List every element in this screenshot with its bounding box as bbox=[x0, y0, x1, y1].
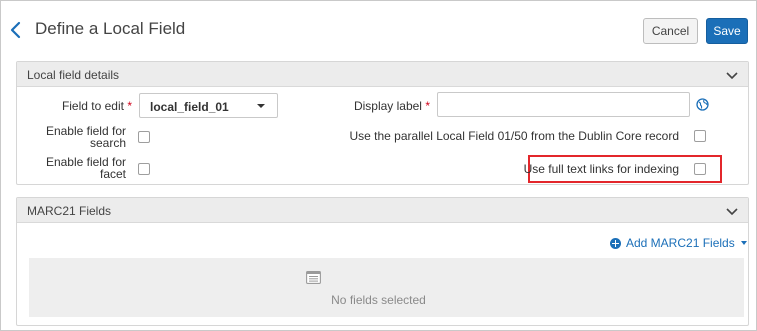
field-to-edit-label: Field to edit * bbox=[40, 100, 132, 112]
enable-search-checkbox[interactable] bbox=[138, 131, 150, 143]
globe-icon[interactable] bbox=[696, 98, 709, 111]
enable-search-label: Enable field for search bbox=[40, 125, 126, 149]
empty-state-text: No fields selected bbox=[331, 293, 426, 307]
parallel-field-label: Use the parallel Local Field 01/50 from … bbox=[349, 129, 679, 143]
panel-title: MARC21 Fields bbox=[27, 204, 112, 218]
fulltext-indexing-checkbox[interactable] bbox=[694, 163, 706, 175]
field-to-edit-value: local_field_01 bbox=[150, 100, 229, 114]
add-marc21-fields-label: Add MARC21 Fields bbox=[626, 236, 735, 250]
list-icon bbox=[306, 271, 321, 284]
page-title: Define a Local Field bbox=[35, 19, 186, 38]
marc21-fields-header[interactable]: MARC21 Fields bbox=[17, 198, 748, 223]
cancel-button[interactable]: Cancel bbox=[643, 18, 698, 44]
enable-facet-checkbox[interactable] bbox=[138, 163, 150, 175]
enable-search-label-line2: search bbox=[89, 136, 126, 150]
save-button[interactable]: Save bbox=[706, 18, 748, 44]
enable-facet-label: Enable field for facet bbox=[40, 156, 126, 180]
page-header: Define a Local Field Cancel Save bbox=[0, 0, 757, 58]
back-chevron-icon[interactable] bbox=[9, 20, 23, 40]
panel-title: Local field details bbox=[27, 68, 120, 82]
parallel-field-checkbox[interactable] bbox=[694, 130, 706, 142]
display-label-input[interactable] bbox=[437, 92, 690, 117]
enable-facet-label-line2: facet bbox=[99, 167, 126, 181]
caret-down-icon bbox=[740, 241, 747, 245]
plus-circle-icon bbox=[610, 237, 621, 249]
field-to-edit-label-text: Field to edit bbox=[61, 99, 124, 113]
field-to-edit-select[interactable]: local_field_01 bbox=[139, 93, 278, 118]
required-marker: * bbox=[425, 99, 430, 113]
add-marc21-fields-button[interactable]: Add MARC21 Fields bbox=[610, 236, 747, 250]
caret-down-icon bbox=[257, 104, 265, 108]
required-marker: * bbox=[127, 99, 132, 113]
fulltext-indexing-label: Use full text links for indexing bbox=[523, 162, 679, 176]
local-field-details-header[interactable]: Local field details bbox=[17, 62, 748, 87]
display-label-label: Display label * bbox=[330, 100, 430, 112]
chevron-down-icon[interactable] bbox=[726, 70, 738, 80]
empty-fields-area bbox=[29, 258, 744, 317]
display-label-label-text: Display label bbox=[353, 99, 422, 113]
chevron-down-icon[interactable] bbox=[726, 206, 738, 216]
